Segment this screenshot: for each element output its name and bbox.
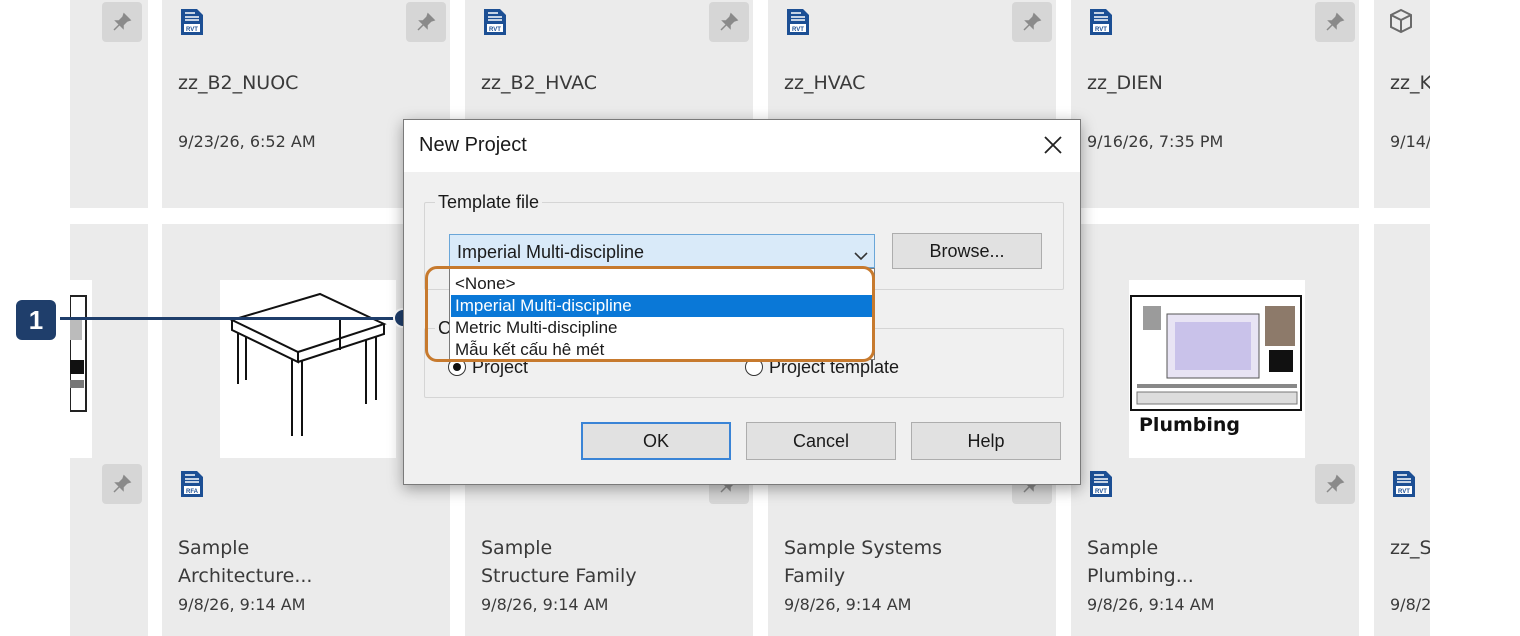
file-date: 9/8/2 <box>1390 595 1430 614</box>
pin-icon[interactable] <box>1315 464 1355 504</box>
cloud-model-icon <box>1388 8 1414 39</box>
file-thumbnail <box>70 280 92 458</box>
callout-line <box>60 317 402 320</box>
svg-text:RVT: RVT <box>1095 27 1107 33</box>
file-name[interactable]: Sample Architecture... <box>178 534 438 590</box>
file-card[interactable]: Plumbing RVT Sample Plumbing... 9/8/26, … <box>1071 224 1359 636</box>
file-name-line: Architecture... <box>178 565 313 587</box>
dialog-title-bar[interactable]: New Project <box>404 120 1080 172</box>
file-date: 9/8/26, 9:14 AM <box>481 595 609 614</box>
file-name-line: Plumbing... <box>1087 565 1194 587</box>
file-date: 9/14/ <box>1390 132 1430 151</box>
help-button[interactable]: Help <box>911 422 1061 460</box>
svg-text:RVT: RVT <box>186 27 198 33</box>
pin-icon[interactable] <box>406 2 446 42</box>
rvt-file-icon: RVT <box>1087 8 1115 41</box>
template-select-value: Imperial Multi-discipline <box>457 242 645 262</box>
pin-icon[interactable] <box>102 2 142 42</box>
pin-icon[interactable] <box>709 2 749 42</box>
browse-button[interactable]: Browse... <box>892 233 1042 269</box>
svg-text:RVT: RVT <box>1398 489 1410 495</box>
rvt-file-icon: RVT <box>1087 470 1115 503</box>
dialog-title: New Project <box>419 134 527 156</box>
rvt-file-icon: RVT <box>481 8 509 41</box>
template-select[interactable]: Imperial Multi-discipline <box>449 234 875 268</box>
file-name[interactable]: zz_DIEN <box>1087 72 1163 94</box>
file-name-line: zz_S <box>1390 537 1430 559</box>
ok-button[interactable]: OK <box>581 422 731 460</box>
cancel-button[interactable]: Cancel <box>746 422 896 460</box>
file-date: 9/8/26, 9:14 AM <box>178 595 306 614</box>
file-name-line: Sample Systems <box>784 537 943 559</box>
close-icon[interactable] <box>1040 132 1066 158</box>
file-date: 9/16/26, 7:35 PM <box>1087 132 1224 151</box>
file-card[interactable]: RVT zz_DIEN 9/16/26, 7:35 PM <box>1071 0 1359 208</box>
svg-text:RVT: RVT <box>1095 489 1107 495</box>
rvt-file-icon: RVT <box>178 8 206 41</box>
pin-icon[interactable] <box>1315 2 1355 42</box>
template-file-label: Template file <box>435 192 543 213</box>
callout-badge: 1 <box>16 300 56 340</box>
file-name-line: Sample <box>178 537 250 559</box>
chevron-down-icon <box>854 245 868 266</box>
pin-icon[interactable] <box>102 464 142 504</box>
file-name[interactable]: zz_S <box>1390 534 1430 562</box>
file-name[interactable]: zz_B2_NUOC <box>178 72 298 94</box>
plumbing-caption: Plumbing <box>1139 414 1241 436</box>
file-name[interactable]: zz_K <box>1390 72 1430 94</box>
file-name[interactable]: Sample Systems Family <box>784 534 1044 590</box>
file-date: 9/8/26, 9:14 AM <box>784 595 912 614</box>
file-card[interactable] <box>70 0 148 208</box>
file-name[interactable]: zz_B2_HVAC <box>481 72 597 94</box>
rvt-file-icon: RVT <box>1390 470 1418 503</box>
file-date: 9/23/26, 6:52 AM <box>178 132 316 151</box>
file-card[interactable]: RVT zz_S 9/8/2 <box>1374 224 1430 636</box>
file-name-line: Sample <box>481 537 553 559</box>
file-name[interactable]: Sample Structure Family <box>481 534 741 590</box>
file-date: 9/8/26, 9:14 AM <box>1087 595 1215 614</box>
dropdown-highlight-frame <box>425 266 875 362</box>
svg-text:RVT: RVT <box>489 27 501 33</box>
svg-text:RVT: RVT <box>792 27 804 33</box>
file-name-line: Sample <box>1087 537 1159 559</box>
plumbing-thumbnail: Plumbing <box>1129 280 1305 458</box>
file-name-line: Structure Family <box>481 565 637 587</box>
svg-text:RFA: RFA <box>186 489 199 495</box>
file-card[interactable]: zz_K 9/14/ <box>1374 0 1430 208</box>
pin-icon[interactable] <box>1012 2 1052 42</box>
file-card[interactable] <box>70 224 148 636</box>
rvt-file-icon: RVT <box>784 8 812 41</box>
file-name-line: Family <box>784 565 846 587</box>
file-name[interactable]: Sample Plumbing... <box>1087 534 1347 590</box>
rfa-file-icon: RFA <box>178 470 206 503</box>
table-thumbnail <box>220 280 396 458</box>
file-name[interactable]: zz_HVAC <box>784 72 865 94</box>
